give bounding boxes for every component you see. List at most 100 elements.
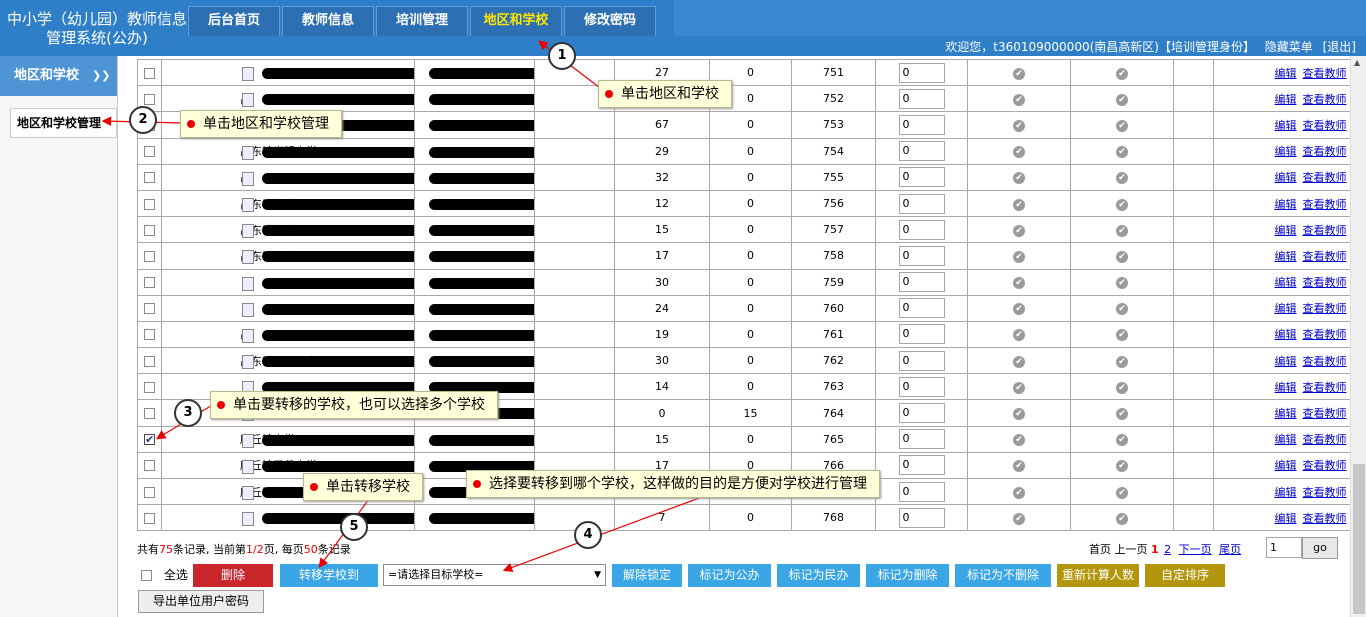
row-checkbox[interactable]: [144, 329, 155, 341]
edit-link[interactable]: 编辑: [1275, 355, 1297, 368]
view-teachers-link[interactable]: 查看教师: [1303, 171, 1347, 184]
order-input[interactable]: 0: [898, 481, 945, 502]
page-number-input[interactable]: 1: [1266, 537, 1302, 558]
order-input[interactable]: 0: [898, 455, 945, 476]
order-input[interactable]: 0: [898, 193, 945, 214]
row-checkbox[interactable]: [144, 512, 155, 524]
edit-link[interactable]: 编辑: [1275, 250, 1297, 263]
view-teachers-link[interactable]: 查看教师: [1303, 512, 1347, 525]
row-checkbox[interactable]: [144, 486, 155, 498]
pager-last[interactable]: 尾页: [1219, 543, 1241, 556]
row-checkbox-cell[interactable]: [137, 58, 162, 87]
row-checkbox[interactable]: [144, 460, 155, 472]
row-checkbox[interactable]: [144, 434, 155, 446]
row-checkbox-cell[interactable]: [137, 399, 162, 427]
order-input[interactable]: 0: [898, 324, 945, 345]
recount-button[interactable]: 重新计算人数: [1057, 564, 1139, 587]
tab-home[interactable]: 后台首页: [188, 6, 280, 36]
row-checkbox-cell[interactable]: [137, 504, 162, 532]
view-teachers-link[interactable]: 查看教师: [1303, 224, 1347, 237]
tab-region-school[interactable]: 地区和学校: [470, 6, 562, 36]
order-input[interactable]: 0: [898, 272, 945, 293]
row-checkbox[interactable]: [144, 198, 155, 210]
order-input[interactable]: 0: [898, 245, 945, 266]
scroll-up-icon[interactable]: ▲: [1354, 58, 1360, 67]
row-checkbox-cell[interactable]: [137, 477, 162, 506]
logout-link[interactable]: [退出]: [1323, 40, 1356, 54]
custom-sort-button[interactable]: 自定排序: [1145, 564, 1225, 587]
row-checkbox[interactable]: [144, 250, 155, 262]
row-checkbox-cell[interactable]: [137, 294, 162, 322]
row-checkbox[interactable]: [144, 277, 155, 289]
edit-link[interactable]: 编辑: [1275, 433, 1297, 446]
edit-link[interactable]: 编辑: [1275, 407, 1297, 420]
view-teachers-link[interactable]: 查看教师: [1303, 67, 1347, 80]
row-checkbox-cell[interactable]: [137, 163, 162, 191]
row-checkbox[interactable]: [144, 172, 155, 184]
view-teachers-link[interactable]: 查看教师: [1303, 486, 1347, 499]
order-input[interactable]: 0: [898, 376, 945, 397]
sidebar-item-region-school-manage[interactable]: 地区和学校管理: [10, 108, 117, 138]
order-input[interactable]: 0: [898, 403, 945, 424]
view-teachers-link[interactable]: 查看教师: [1303, 433, 1347, 446]
row-checkbox-cell[interactable]: [137, 189, 162, 218]
mark-private-button[interactable]: 标记为民办: [777, 564, 860, 587]
order-input[interactable]: 0: [898, 219, 945, 240]
export-password-button[interactable]: 导出单位用户密码: [138, 590, 264, 613]
edit-link[interactable]: 编辑: [1275, 198, 1297, 211]
order-input[interactable]: 0: [898, 507, 945, 528]
row-checkbox-cell[interactable]: [137, 373, 162, 401]
row-checkbox[interactable]: [144, 303, 155, 315]
row-checkbox-cell[interactable]: [137, 451, 162, 480]
view-teachers-link[interactable]: 查看教师: [1303, 302, 1347, 315]
view-teachers-link[interactable]: 查看教师: [1303, 328, 1347, 341]
target-school-select[interactable]: =请选择目标学校= ▼: [383, 564, 606, 586]
edit-link[interactable]: 编辑: [1275, 302, 1297, 315]
view-teachers-link[interactable]: 查看教师: [1303, 198, 1347, 211]
row-checkbox[interactable]: [144, 224, 155, 236]
view-teachers-link[interactable]: 查看教师: [1303, 145, 1347, 158]
select-all-checkbox[interactable]: [141, 570, 152, 581]
row-checkbox-cell[interactable]: [137, 268, 162, 296]
order-input[interactable]: 0: [898, 88, 945, 109]
view-teachers-link[interactable]: 查看教师: [1303, 459, 1347, 472]
pager-page-2[interactable]: 2: [1164, 543, 1171, 556]
view-teachers-link[interactable]: 查看教师: [1303, 381, 1347, 394]
unlock-button[interactable]: 解除锁定: [612, 564, 682, 587]
row-checkbox-cell[interactable]: [137, 242, 162, 270]
row-checkbox[interactable]: [144, 93, 155, 105]
edit-link[interactable]: 编辑: [1275, 67, 1297, 80]
delete-button[interactable]: 删除: [193, 564, 273, 587]
scrollbar-thumb[interactable]: [1353, 464, 1365, 614]
select-all[interactable]: 全选: [141, 566, 188, 583]
mark-delete-button[interactable]: 标记为删除: [866, 564, 949, 587]
tab-teacher-info[interactable]: 教师信息: [282, 6, 374, 36]
edit-link[interactable]: 编辑: [1275, 328, 1297, 341]
sidebar-section-header[interactable]: 地区和学校 ❯❯: [0, 56, 117, 96]
row-checkbox[interactable]: [144, 67, 155, 79]
view-teachers-link[interactable]: 查看教师: [1303, 407, 1347, 420]
order-input[interactable]: 0: [898, 298, 945, 319]
view-teachers-link[interactable]: 查看教师: [1303, 276, 1347, 289]
go-button[interactable]: go: [1302, 537, 1338, 559]
view-teachers-link[interactable]: 查看教师: [1303, 355, 1347, 368]
mark-nodelete-button[interactable]: 标记为不删除: [955, 564, 1051, 587]
edit-link[interactable]: 编辑: [1275, 119, 1297, 132]
edit-link[interactable]: 编辑: [1275, 512, 1297, 525]
edit-link[interactable]: 编辑: [1275, 381, 1297, 394]
row-checkbox-cell[interactable]: [137, 425, 162, 453]
order-input[interactable]: 0: [898, 429, 945, 450]
hide-menu-link[interactable]: 隐藏菜单: [1265, 40, 1313, 54]
edit-link[interactable]: 编辑: [1275, 224, 1297, 237]
order-input[interactable]: 0: [898, 141, 945, 162]
edit-link[interactable]: 编辑: [1275, 171, 1297, 184]
order-input[interactable]: 0: [898, 62, 945, 83]
tab-change-password[interactable]: 修改密码: [564, 6, 656, 36]
row-checkbox[interactable]: [144, 146, 155, 158]
transfer-school-button[interactable]: 转移学校到: [280, 564, 378, 587]
order-input[interactable]: 0: [898, 350, 945, 371]
order-input[interactable]: 0: [898, 167, 945, 188]
row-checkbox-cell[interactable]: [137, 347, 162, 375]
view-teachers-link[interactable]: 查看教师: [1303, 93, 1347, 106]
view-teachers-link[interactable]: 查看教师: [1303, 119, 1347, 132]
